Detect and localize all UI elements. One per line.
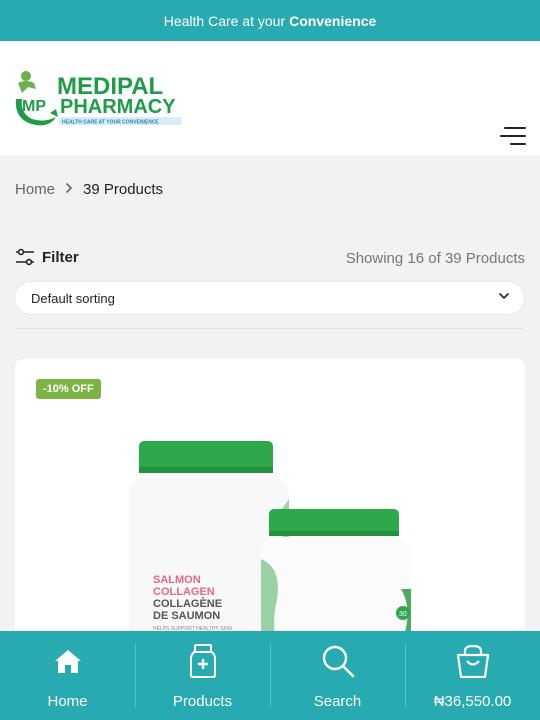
divider: [15, 328, 524, 329]
breadcrumb-home[interactable]: Home: [15, 181, 55, 198]
filter-sliders-icon: [16, 248, 34, 266]
sort-select[interactable]: Default sorting: [15, 282, 524, 314]
filter-button[interactable]: Filter: [15, 248, 79, 266]
nav-products[interactable]: Products: [135, 631, 270, 720]
nav-home[interactable]: Home: [0, 631, 135, 720]
small-jar-count: 30: [399, 611, 407, 618]
result-count: Showing 16 of 39 Products: [345, 250, 525, 267]
product-image[interactable]: SALMON COLLAGEN COLLAGÈNE DE SAUMON HELP…: [125, 439, 415, 659]
nav-search[interactable]: Search: [270, 631, 405, 720]
breadcrumb: Home 39 Products: [15, 181, 163, 198]
nav-home-label: Home: [47, 693, 88, 710]
filter-label: Filter: [42, 248, 79, 266]
sort-selected-value: Default sorting: [31, 290, 115, 306]
hamburger-icon[interactable]: [500, 127, 526, 147]
cart-total: ₦36,550.00: [433, 693, 512, 710]
announcement-text: Health Care at your: [163, 12, 286, 29]
bottom-navigation: Home Products Search ₦36,550.00: [0, 631, 540, 720]
nav-search-label: Search: [313, 693, 362, 710]
product-card[interactable]: -10% OFF SALMON COLLAGEN COLLAGÈNE DE SA…: [15, 359, 525, 659]
announcement-emphasis: Convenience: [289, 12, 377, 29]
logo-line2: PHARMACY: [60, 96, 176, 118]
home-icon: [53, 641, 83, 681]
site-logo[interactable]: MP MEDIPAL PHARMACY HEALTH CARE AT YOUR …: [14, 69, 184, 129]
search-icon: [321, 641, 355, 681]
logo-tagline: HEALTH CARE AT YOUR CONVENIENCE: [62, 120, 159, 126]
label-line1: SALMON: [153, 574, 201, 586]
site-header: MP MEDIPAL PHARMACY HEALTH CARE AT YOUR …: [0, 41, 540, 155]
label-line2: COLLAGEN: [153, 586, 215, 598]
label-line3: COLLAGÈNE: [153, 597, 222, 610]
chevron-right-icon: [65, 182, 73, 197]
logo-mark: MP: [22, 98, 46, 115]
label-line4: DE SAUMON: [153, 610, 220, 622]
shopping-bag-icon: [455, 641, 491, 681]
announcement-bar: Health Care at your Convenience: [0, 0, 540, 41]
discount-badge: -10% OFF: [36, 379, 101, 399]
nav-products-label: Products: [172, 693, 233, 710]
chevron-down-icon: [498, 292, 510, 300]
medicine-bottle-icon: [189, 641, 217, 681]
nav-cart[interactable]: ₦36,550.00: [405, 631, 540, 720]
breadcrumb-current: 39 Products: [83, 181, 164, 198]
